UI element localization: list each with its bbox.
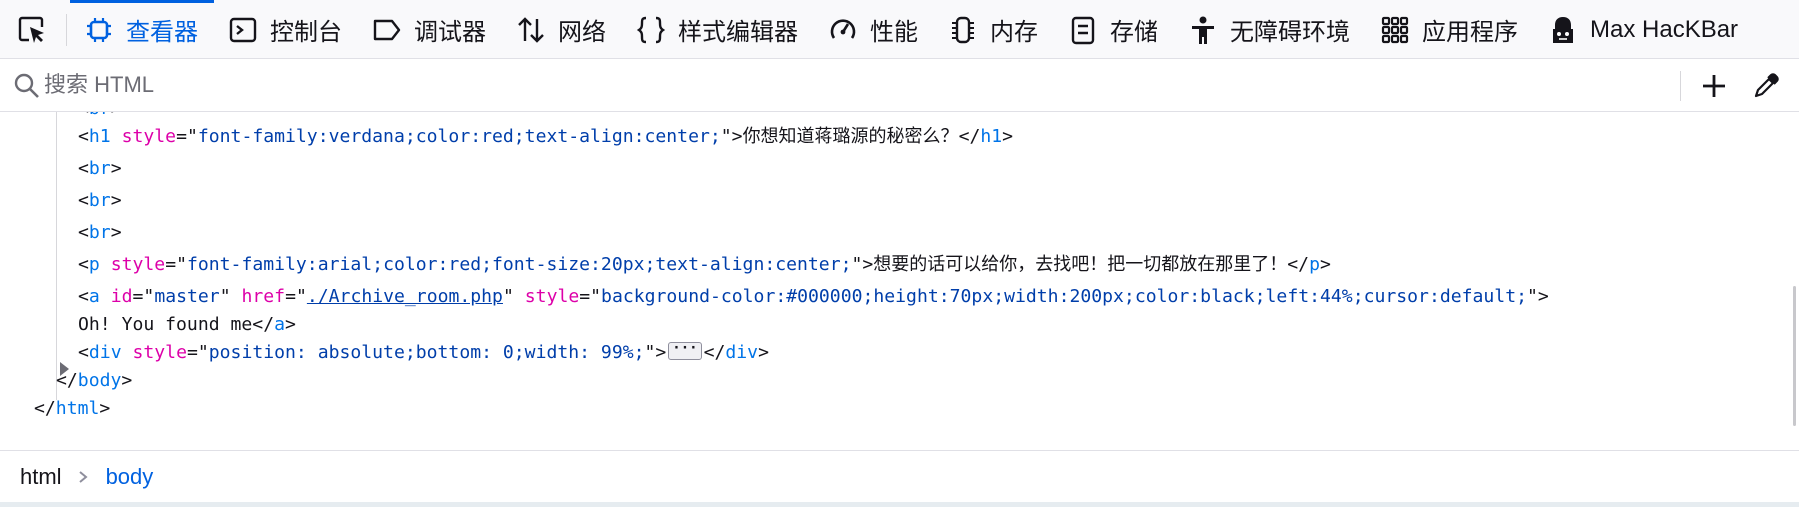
attr-name[interactable]: href bbox=[242, 286, 286, 307]
add-node-button[interactable] bbox=[1696, 68, 1732, 104]
node-p[interactable]: <p style="font-family:arial;color:red;fo… bbox=[78, 250, 1331, 280]
tab-console[interactable]: 控制台 bbox=[214, 0, 358, 59]
tag-name: body bbox=[77, 370, 122, 391]
tab-inspector[interactable]: 查看器 bbox=[70, 0, 214, 59]
performance-icon bbox=[828, 15, 858, 45]
eyedropper-button[interactable] bbox=[1748, 68, 1784, 104]
eyedropper-icon bbox=[1754, 73, 1779, 98]
tab-label: 应用程序 bbox=[1422, 19, 1518, 46]
storage-icon bbox=[1068, 15, 1098, 45]
tag-name: p bbox=[1309, 254, 1320, 275]
tag-name: br bbox=[88, 190, 111, 211]
node-html-close[interactable]: </html> bbox=[34, 394, 110, 424]
tab-debugger[interactable]: 调试器 bbox=[358, 0, 502, 59]
plus-icon bbox=[1703, 75, 1725, 97]
inspector-icon bbox=[84, 15, 114, 45]
node-a-content[interactable]: Oh! You found me</a> bbox=[78, 310, 296, 340]
tag-name: html bbox=[55, 398, 100, 419]
tab-memory[interactable]: 内存 bbox=[934, 0, 1054, 59]
tab-max-hackbar[interactable]: Max HacKBar bbox=[1534, 0, 1754, 59]
tag-name: h1 bbox=[88, 126, 111, 147]
memory-icon bbox=[948, 15, 978, 45]
tab-accessibility[interactable]: 无障碍环境 bbox=[1174, 0, 1366, 59]
tab-label: 存储 bbox=[1110, 19, 1158, 46]
search-icon bbox=[14, 73, 39, 98]
hackbar-icon bbox=[1548, 15, 1578, 45]
attr-value[interactable]: position: absolute;bottom: 0;width: 99%; bbox=[209, 342, 645, 363]
tab-style-editor[interactable]: 样式编辑器 bbox=[622, 0, 814, 59]
panel-bottom-edge bbox=[0, 502, 1799, 507]
network-icon bbox=[516, 15, 546, 45]
accessibility-icon bbox=[1188, 15, 1218, 45]
node-h1[interactable]: <h1 style="font-family:verdana;color:red… bbox=[78, 122, 1013, 152]
tag-name: h1 bbox=[980, 126, 1003, 147]
breadcrumb-html[interactable]: html bbox=[20, 464, 62, 490]
toolbar-separator bbox=[66, 14, 67, 46]
tab-label: Max HacKBar bbox=[1590, 15, 1739, 43]
attr-value[interactable]: font-family:arial;color:red;font-size:20… bbox=[187, 254, 852, 275]
markup-view: <br> <h1 style="font-family:verdana;colo… bbox=[0, 112, 1799, 450]
expand-twisty-icon[interactable] bbox=[60, 362, 69, 376]
collapsed-children-button[interactable]: ··· bbox=[668, 341, 702, 360]
tab-label: 性能 bbox=[870, 19, 918, 46]
tab-storage[interactable]: 存储 bbox=[1054, 0, 1174, 59]
tab-label: 无障碍环境 bbox=[1230, 19, 1350, 46]
attr-value[interactable]: font-family:verdana;color:red;text-align… bbox=[198, 126, 721, 147]
tab-label: 内存 bbox=[990, 19, 1038, 46]
node-br[interactable]: <br> bbox=[78, 218, 122, 248]
tab-label: 控制台 bbox=[270, 19, 342, 46]
attr-name[interactable]: style bbox=[122, 126, 176, 147]
devtools-toolbar: 查看器 控制台 调试器 网络 样式编辑器 性能 内存 存储 无障碍环境 应用程序… bbox=[0, 0, 1799, 59]
tag-name: a bbox=[88, 286, 100, 307]
node-br[interactable]: <br> bbox=[78, 186, 122, 216]
element-picker-button[interactable] bbox=[8, 11, 56, 49]
attr-value[interactable]: master bbox=[154, 286, 219, 307]
tab-label: 网络 bbox=[558, 19, 606, 46]
tool-tabs: 查看器 控制台 调试器 网络 样式编辑器 性能 内存 存储 无障碍环境 应用程序… bbox=[70, 0, 1754, 59]
attr-name[interactable]: style bbox=[111, 254, 165, 275]
tab-label: 调试器 bbox=[414, 19, 486, 46]
application-icon bbox=[1380, 15, 1410, 45]
tab-performance[interactable]: 性能 bbox=[814, 0, 934, 59]
element-picker-icon bbox=[18, 16, 44, 43]
breadcrumb: html body bbox=[0, 450, 1799, 502]
tag-name: div bbox=[88, 342, 122, 363]
text-node[interactable]: 想要的话可以给你，去找吧！把一切都放在那里了！ bbox=[873, 254, 1287, 275]
scrollbar-thumb[interactable] bbox=[1793, 286, 1796, 426]
tag-name: br bbox=[88, 158, 111, 179]
tab-label: 样式编辑器 bbox=[678, 19, 798, 46]
text-node[interactable]: Oh! You found me bbox=[78, 314, 252, 335]
searchbar-separator bbox=[1680, 71, 1681, 101]
console-icon bbox=[228, 15, 258, 45]
style-editor-icon bbox=[636, 15, 666, 45]
inspector-search-bar bbox=[0, 59, 1799, 112]
tag-name: br bbox=[88, 222, 111, 243]
tag-name: div bbox=[725, 342, 759, 363]
debugger-icon bbox=[372, 15, 402, 45]
tab-network[interactable]: 网络 bbox=[502, 0, 622, 59]
tab-application[interactable]: 应用程序 bbox=[1366, 0, 1534, 59]
tag-name: a bbox=[274, 314, 285, 335]
attr-name[interactable]: id bbox=[111, 286, 133, 307]
tab-label: 查看器 bbox=[126, 19, 198, 46]
tag-name: p bbox=[88, 254, 100, 275]
search-html-input[interactable] bbox=[44, 67, 1144, 103]
attr-name[interactable]: style bbox=[133, 342, 187, 363]
node-a[interactable]: <a id="master" href="./Archive_room.php"… bbox=[78, 282, 1549, 312]
breadcrumb-body[interactable]: body bbox=[106, 464, 154, 490]
tag-name: br bbox=[89, 112, 111, 119]
href-link[interactable]: ./Archive_room.php bbox=[307, 286, 503, 307]
node-br[interactable]: <br> bbox=[78, 154, 122, 184]
attr-name[interactable]: style bbox=[525, 286, 579, 307]
chevron-right-icon bbox=[72, 466, 94, 488]
attr-value[interactable]: background-color:#000000;height:70px;wid… bbox=[601, 286, 1527, 307]
text-node[interactable]: 你想知道蒋璐源的秘密么？ bbox=[743, 126, 959, 147]
node-div[interactable]: <div style="position: absolute;bottom: 0… bbox=[78, 338, 769, 368]
